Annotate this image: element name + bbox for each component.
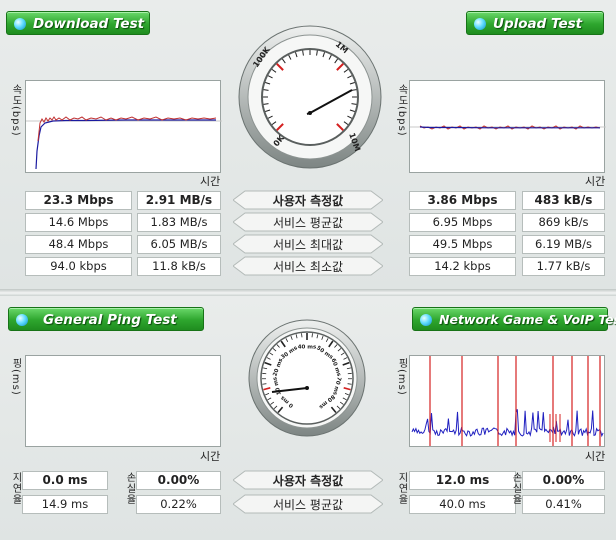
network-game-voip-test-button[interactable]: Network Game & VoIP Test [412, 307, 616, 331]
download-bytes-value: 11.8 kB/s [137, 257, 221, 276]
game-loss-value: 0.00% [522, 471, 605, 490]
ping-x-axis-label: 시간 [200, 450, 221, 463]
download-bps-value: 48.4 Mbps [25, 235, 132, 254]
download-bps-value: 94.0 kbps [25, 257, 132, 276]
center-label: 서비스 평균값 [272, 498, 344, 512]
center-label: 사용자 측정값 [272, 474, 344, 488]
game-y-axis-label: 핑(ms) [396, 358, 407, 396]
upload-bps-value: 14.2 kbps [409, 257, 516, 276]
ping-graph [25, 355, 221, 447]
status-light-icon [474, 18, 486, 30]
download-bps-value: 14.6 Mbps [25, 213, 132, 232]
ping-loss-label: 손실율 [124, 472, 135, 505]
status-light-icon [14, 18, 26, 30]
game-latency-value: 40.0 ms [409, 495, 516, 514]
upload-test-button[interactable]: Upload Test [466, 11, 604, 35]
game-latency-label: 지연율 [396, 472, 407, 505]
game-latency-value: 12.0 ms [409, 471, 516, 490]
center-label: 서비스 평균값 [272, 216, 344, 230]
general-ping-test-button[interactable]: General Ping Test [8, 307, 204, 331]
status-light-icon [16, 314, 28, 326]
upload-bps-value: 3.86 Mbps [409, 191, 516, 210]
upload-graph [409, 80, 606, 173]
upload-x-axis-label: 시간 [585, 175, 606, 188]
download-graph [25, 80, 222, 173]
ping-loss-value: 0.22% [136, 495, 221, 514]
center-label: 사용자 측정값 [272, 194, 344, 208]
download-bytes-value: 1.83 MB/s [137, 213, 221, 232]
speed-gauge: 0K 100K 1M 10M [238, 25, 382, 169]
ping-gauge: 0 ms10 ms20 ms30 ms40 ms50 ms60 ms70 ms8… [248, 319, 366, 437]
game-loss-label: 손실율 [510, 472, 521, 505]
ping-gauge-tick-label: 40 ms [298, 345, 317, 351]
download-graph-plot [26, 116, 222, 170]
upload-graph-plot [410, 125, 606, 130]
download-bytes-value: 2.91 MB/s [137, 191, 221, 210]
download-y-axis-label: 속도(bps) [10, 84, 21, 137]
upload-bytes-value: 869 kB/s [522, 213, 605, 232]
game-graph-plot [411, 356, 604, 446]
download-bps-value: 23.3 Mbps [25, 191, 132, 210]
upload-bps-value: 6.95 Mbps [409, 213, 516, 232]
download-x-axis-label: 시간 [200, 175, 221, 188]
upload-bytes-value: 1.77 kB/s [522, 257, 605, 276]
upload-y-axis-label: 속도(bps) [396, 84, 407, 137]
ping-latency-label: 지연율 [10, 472, 21, 505]
game-x-axis-label: 시간 [585, 450, 606, 463]
upload-bps-value: 49.5 Mbps [409, 235, 516, 254]
ping-loss-value: 0.00% [136, 471, 221, 490]
status-light-icon [420, 314, 432, 326]
download-test-button[interactable]: Download Test [6, 11, 150, 35]
download-bytes-value: 6.05 MB/s [137, 235, 221, 254]
ping-latency-value: 0.0 ms [22, 471, 108, 490]
upload-bytes-value: 6.19 MB/s [522, 235, 605, 254]
center-label: 서비스 최소값 [272, 260, 344, 274]
upload-bytes-value: 483 kB/s [522, 191, 605, 210]
ping-latency-value: 14.9 ms [22, 495, 108, 514]
game-loss-value: 0.41% [522, 495, 605, 514]
game-graph [409, 355, 605, 447]
ping-y-axis-label: 핑(ms) [10, 358, 21, 396]
center-label: 서비스 최대값 [272, 238, 344, 252]
